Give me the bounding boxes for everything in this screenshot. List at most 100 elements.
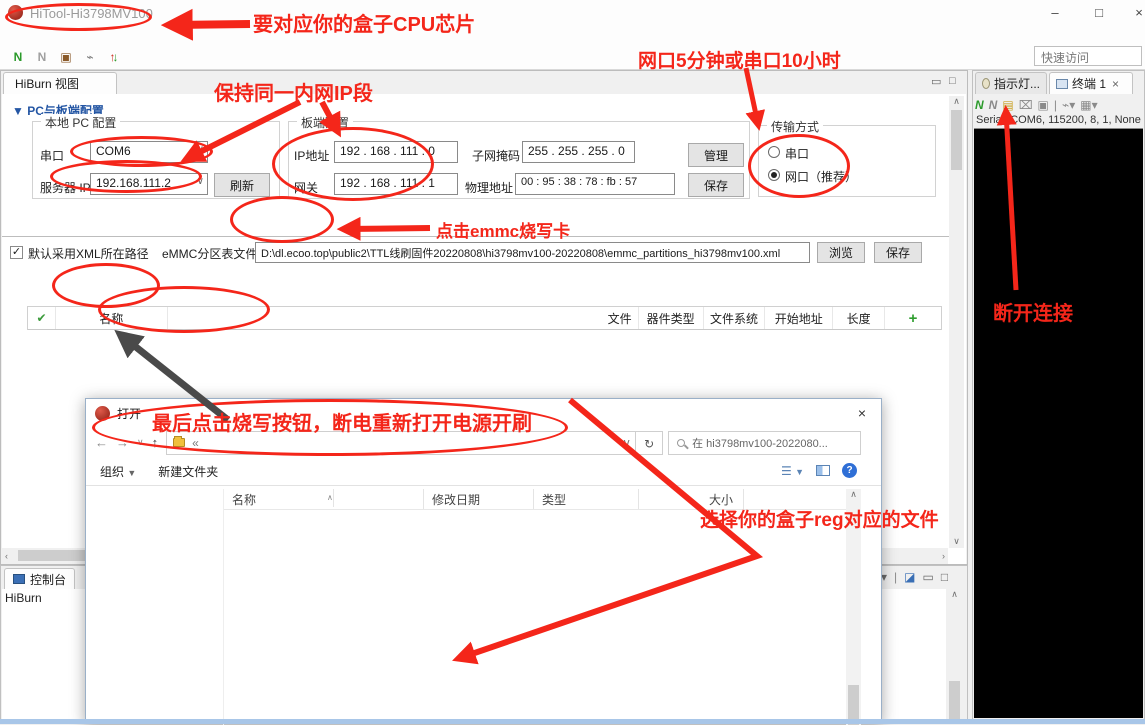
breadcrumb-dropdown-icon[interactable]: ∨ <box>622 436 631 450</box>
main-toolbar: N N ▣ ⌁ ↑↓ <box>0 44 1145 70</box>
close-button[interactable]: × <box>1122 2 1145 24</box>
column-size[interactable]: 大小 <box>639 489 744 509</box>
mac-input[interactable]: 00 : 95 : 38 : 78 : fb : 57 <box>515 173 675 195</box>
mac-label: 物理地址 <box>465 179 513 196</box>
panel-maximize-icon[interactable]: □ <box>949 75 956 87</box>
terminal-settings-icon[interactable]: ▤ <box>1002 98 1013 112</box>
quick-access-input[interactable]: 快速访问 <box>1034 46 1142 66</box>
terminal-connect-icon[interactable]: N <box>975 98 984 112</box>
terminal-panel: 指示灯... 终端 1 × N N ▤ ⌧ ▣ | ⌁▾ ▦▾ Serial: … <box>972 70 1145 722</box>
file-list-header: ∧ 名称 修改日期 类型 大小 <box>224 489 846 510</box>
clear-terminal-icon[interactable]: ⌧ <box>1019 98 1033 112</box>
server-ip-select[interactable]: 192.168.111.2 <box>90 173 208 195</box>
terminal-disconnect-icon[interactable]: N <box>989 98 998 112</box>
tab-terminal-1[interactable]: 终端 1 × <box>1049 72 1133 94</box>
indicator-bulb-icon <box>982 78 990 89</box>
refresh-button[interactable]: 刷新 <box>214 173 270 197</box>
mask-input[interactable]: 255 . 255 . 255 . 0 <box>522 141 635 163</box>
tab-hiburn-view[interactable]: HiBurn 视图 <box>3 72 117 94</box>
transfer-arrows-icon[interactable]: ↑↓ <box>105 48 123 66</box>
pin-console-icon[interactable]: ◪ <box>904 570 915 584</box>
network-radio[interactable] <box>768 169 780 181</box>
refresh-icon[interactable]: ↻ <box>636 431 663 455</box>
xml-checkbox-label: 默认采用XML所在路径 <box>28 245 149 262</box>
tab-console[interactable]: 控制台 <box>4 568 75 589</box>
select-all-check-icon[interactable]: ✔ <box>28 307 56 329</box>
dialog-scrollbar[interactable]: ∧ <box>846 489 861 725</box>
serial-config-dropdown-icon[interactable]: ⌁▾ <box>1062 98 1075 112</box>
plug-icon[interactable]: ⌁ <box>81 48 99 66</box>
minimize-button[interactable]: – <box>1038 2 1072 24</box>
recent-locations-icon[interactable]: ∨ <box>137 437 144 448</box>
window-title: HiTool-Hi3798MV100 <box>30 6 153 21</box>
serial-label: 串口 <box>40 147 64 164</box>
new-terminal-dropdown-icon[interactable]: ▦▾ <box>1080 98 1097 112</box>
board-save-button[interactable]: 保存 <box>688 173 744 197</box>
xml-path-checkbox[interactable] <box>10 246 23 259</box>
mask-label: 子网掩码 <box>472 147 520 164</box>
browse-button[interactable]: 浏览 <box>817 242 865 263</box>
tab-indicator[interactable]: 指示灯... <box>975 72 1047 94</box>
partition-table: ✔ 名称 文件 器件类型 文件系统 开始地址 长度 + <box>27 306 942 330</box>
server-ip-label: 服务器 IP <box>40 179 91 196</box>
window-bottom-edge <box>0 719 1145 724</box>
xml-path-label: eMMC分区表文件 <box>162 245 257 262</box>
serial-radio[interactable] <box>768 146 780 158</box>
terminal-icon <box>1056 79 1068 89</box>
terminal-screen[interactable] <box>974 128 1143 718</box>
add-partition-icon[interactable]: + <box>885 307 941 329</box>
forward-icon[interactable]: → <box>116 435 129 450</box>
scroll-lock-icon[interactable]: ▣ <box>1038 98 1049 112</box>
package-icon[interactable]: ▣ <box>57 48 75 66</box>
help-icon[interactable]: ? <box>842 463 857 478</box>
sort-ascending-icon: ∧ <box>319 489 334 507</box>
dialog-close-icon[interactable]: × <box>851 403 873 423</box>
close-terminal-icon[interactable]: × <box>1112 77 1119 91</box>
window-titlebar: HiTool-Hi3798MV100 – □ × <box>0 0 1145 26</box>
open-file-dialog: 打开 × ← → ∨ ↑ « ∨ ↻ 在 hi3798mv100-2022080… <box>85 398 882 724</box>
console-minimize-icon[interactable]: ▭ <box>923 570 934 584</box>
serial-port-select[interactable]: COM6 <box>90 141 208 163</box>
dialog-logo-icon <box>95 406 110 421</box>
file-list: ∧ 名称 修改日期 类型 大小 <box>223 489 846 725</box>
console-scrollbar[interactable]: ∧ <box>947 589 962 722</box>
organize-button[interactable]: 组织 ▼ <box>100 463 136 480</box>
gateway-input[interactable]: 192 . 168 . 111 . 1 <box>334 173 458 195</box>
network-radio-label: 网口（推荐） <box>785 168 857 185</box>
console-toolbar: ▾ | ◪ ▭ □ <box>881 570 948 584</box>
action-button-row <box>2 272 964 298</box>
app-logo-icon <box>8 5 23 20</box>
back-icon[interactable]: ← <box>95 435 108 450</box>
console-icon <box>13 574 25 584</box>
xml-path-input[interactable]: D:\dl.ecoo.top\public2\TTL线刷固件20220808\h… <box>255 242 810 263</box>
gateway-label: 网关 <box>294 179 318 196</box>
column-date[interactable]: 修改日期 <box>424 489 534 509</box>
menubar <box>0 26 1145 44</box>
up-icon[interactable]: ↑ <box>152 435 159 450</box>
terminal-toolbar: N N ▤ ⌧ ▣ | ⌁▾ ▦▾ <box>975 95 1143 114</box>
dialog-titlebar: 打开 <box>86 399 881 427</box>
xml-save-button[interactable]: 保存 <box>874 242 922 263</box>
search-icon <box>677 439 685 447</box>
column-type[interactable]: 类型 <box>534 489 639 509</box>
vertical-scrollbar[interactable]: ∧∨ <box>949 96 964 548</box>
manage-button[interactable]: 管理 <box>688 143 744 167</box>
new-folder-button[interactable]: 新建文件夹 <box>158 463 218 480</box>
partition-table-header: ✔ 名称 文件 器件类型 文件系统 开始地址 长度 + <box>28 307 941 330</box>
maximize-button[interactable]: □ <box>1082 2 1116 24</box>
console-maximize-icon[interactable]: □ <box>941 570 948 584</box>
preview-pane-icon[interactable] <box>816 465 830 476</box>
dialog-sidebar <box>89 489 219 725</box>
ip-label: IP地址 <box>294 147 329 164</box>
search-input[interactable]: 在 hi3798mv100-2022080... <box>668 431 861 455</box>
serial-status-text: Serial: COM6, 115200, 8, 1, None <box>976 114 1144 126</box>
disconnect-icon[interactable]: N <box>33 48 51 66</box>
board-ip-input[interactable]: 192 . 168 . 111 . 0 <box>334 141 458 163</box>
dialog-nav-row: ← → ∨ ↑ « ∨ ↻ 在 hi3798mv100-2022080... <box>86 427 881 458</box>
breadcrumb[interactable]: « ∨ <box>166 431 636 455</box>
connect-icon[interactable]: N <box>9 48 27 66</box>
folder-icon <box>173 438 185 447</box>
panel-minimize-icon[interactable]: ▭ <box>931 75 941 88</box>
dialog-toolbar: 组织 ▼ 新建文件夹 ☰ ▼ ? <box>86 458 881 486</box>
view-mode-icon[interactable]: ☰ ▼ <box>781 464 804 478</box>
